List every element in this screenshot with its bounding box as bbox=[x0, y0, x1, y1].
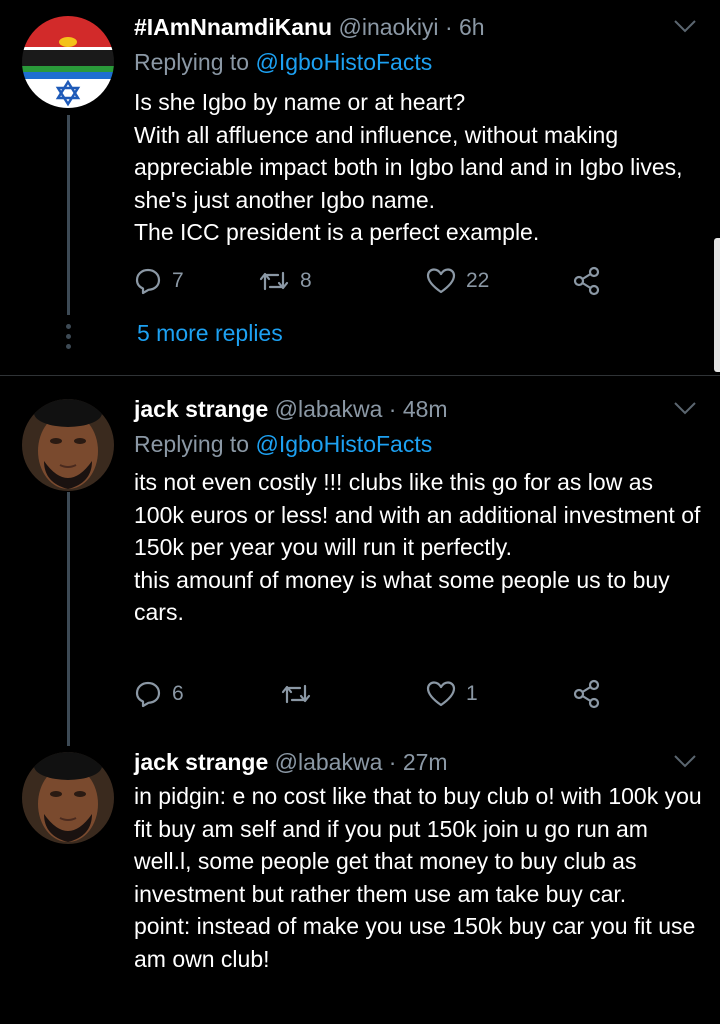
retweet-button[interactable] bbox=[280, 677, 312, 711]
reply-count: 6 bbox=[172, 682, 184, 705]
user-portrait-photo bbox=[22, 399, 114, 491]
tweet-header: jack strange @labakwa · 27m bbox=[134, 747, 448, 777]
thread-dots bbox=[66, 324, 71, 354]
username[interactable]: @inaokiyi bbox=[338, 14, 438, 40]
username[interactable]: @labakwa bbox=[275, 396, 383, 422]
tweet-text: its not even costly !!! clubs like this … bbox=[134, 469, 701, 625]
retweet-button[interactable]: 8 bbox=[258, 264, 312, 298]
retweet-icon bbox=[259, 271, 289, 291]
more-replies-link[interactable]: 5 more replies bbox=[137, 320, 283, 347]
timestamp[interactable]: 27m bbox=[403, 749, 448, 775]
chevron-down-icon[interactable] bbox=[672, 398, 698, 418]
reply-icon bbox=[135, 681, 161, 708]
like-count: 1 bbox=[466, 682, 478, 705]
share-button[interactable] bbox=[572, 677, 602, 711]
separator: · bbox=[388, 396, 397, 422]
reply-count: 7 bbox=[172, 269, 184, 292]
reply-icon bbox=[135, 268, 161, 295]
heart-icon bbox=[426, 268, 456, 294]
avatar[interactable] bbox=[22, 752, 114, 844]
like-button[interactable]: 22 bbox=[426, 264, 489, 298]
like-button[interactable]: 1 bbox=[426, 677, 478, 711]
avatar[interactable] bbox=[22, 399, 114, 491]
timestamp[interactable]: 48m bbox=[403, 396, 448, 422]
share-icon bbox=[573, 679, 600, 709]
biafra-flag-star-of-david-icon bbox=[22, 16, 114, 108]
thread-line bbox=[67, 115, 70, 315]
display-name[interactable]: jack strange bbox=[134, 396, 268, 422]
divider bbox=[0, 375, 720, 376]
replying-to: Replying to @IgboHistoFacts bbox=[134, 47, 432, 77]
retweet-icon bbox=[281, 684, 311, 704]
avatar[interactable] bbox=[22, 16, 114, 108]
chevron-down-icon[interactable] bbox=[672, 16, 698, 36]
display-name[interactable]: jack strange bbox=[134, 749, 268, 775]
tweet-text: in pidgin: e no cost like that to buy cl… bbox=[134, 783, 702, 972]
separator: · bbox=[444, 14, 453, 40]
tweet-actions: 7 8 22 bbox=[134, 264, 614, 298]
replying-handle-link[interactable]: @IgboHistoFacts bbox=[255, 431, 432, 457]
share-button[interactable] bbox=[572, 264, 602, 298]
share-icon bbox=[573, 266, 600, 296]
user-portrait-photo bbox=[22, 752, 114, 844]
thread-line bbox=[67, 492, 70, 746]
reply-button[interactable]: 7 bbox=[134, 264, 184, 298]
reply-button[interactable]: 6 bbox=[134, 677, 184, 711]
username[interactable]: @labakwa bbox=[275, 749, 383, 775]
chevron-down-icon[interactable] bbox=[672, 751, 698, 771]
heart-icon bbox=[426, 681, 456, 707]
tweet-actions: 6 1 bbox=[134, 677, 614, 711]
retweet-count: 8 bbox=[300, 269, 312, 292]
tweet-header: jack strange @labakwa · 48m bbox=[134, 394, 448, 424]
separator: · bbox=[388, 749, 397, 775]
like-count: 22 bbox=[466, 269, 490, 292]
timestamp[interactable]: 6h bbox=[459, 14, 485, 40]
tweet-header: #IAmNnamdiKanu @inaokiyi · 6h bbox=[134, 12, 485, 42]
display-name[interactable]: #IAmNnamdiKanu bbox=[134, 14, 332, 40]
replying-to: Replying to @IgboHistoFacts bbox=[134, 429, 432, 459]
tweet-text: Is she Igbo by name or at heart? With al… bbox=[134, 89, 683, 245]
replying-handle-link[interactable]: @IgboHistoFacts bbox=[255, 49, 432, 75]
replying-prefix: Replying to bbox=[134, 49, 250, 75]
replying-prefix: Replying to bbox=[134, 431, 250, 457]
scrollbar[interactable] bbox=[714, 238, 720, 372]
